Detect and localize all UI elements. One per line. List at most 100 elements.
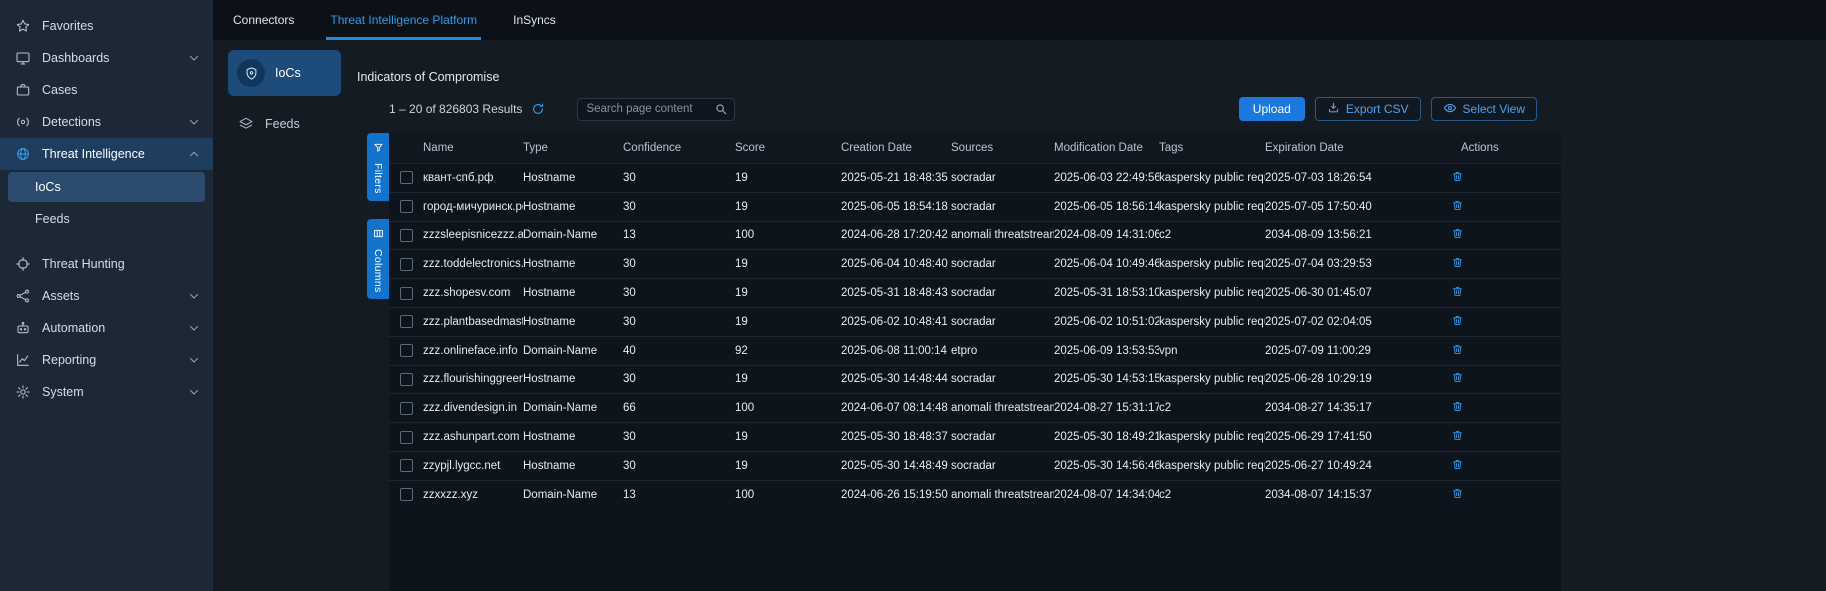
sidebar-item-label: Threat Hunting	[42, 257, 125, 271]
tab-insyncs[interactable]: InSyncs	[495, 0, 574, 40]
ioc-sources: anomali threatstream	[951, 489, 1054, 501]
dashboards-icon	[14, 50, 31, 67]
row-checkbox[interactable]	[400, 344, 413, 357]
table-row[interactable]: zzz.flourishinggreens Hostname 30 19 202…	[389, 365, 1561, 394]
table-area: Filters Columns Name	[367, 133, 1561, 591]
gear-icon	[14, 384, 31, 401]
row-checkbox[interactable]	[400, 315, 413, 328]
delete-icon[interactable]	[1451, 199, 1464, 212]
ioc-expiration-date: 2025-07-03 18:26:54	[1265, 172, 1443, 184]
row-checkbox[interactable]	[400, 402, 413, 415]
ioc-confidence: 40	[623, 345, 735, 357]
subnav-item-iocs[interactable]: IoCs	[228, 50, 341, 96]
row-checkbox[interactable]	[400, 459, 413, 472]
sidebar-item-threat-hunting[interactable]: Threat Hunting	[0, 248, 213, 280]
sidebar-item-threat-intelligence[interactable]: Threat Intelligence	[0, 138, 213, 170]
row-checkbox[interactable]	[400, 171, 413, 184]
export-csv-button[interactable]: Export CSV	[1315, 97, 1421, 121]
eye-icon	[1443, 101, 1457, 118]
delete-icon[interactable]	[1451, 458, 1464, 471]
delete-icon[interactable]	[1451, 371, 1464, 384]
table-row[interactable]: zzz.toddelectronics.c Hostname 30 19 202…	[389, 249, 1561, 278]
ioc-score: 100	[735, 402, 841, 414]
sidebar-item-label: Assets	[42, 289, 80, 303]
toolbar-buttons: Upload Export CSV Select V	[1239, 97, 1537, 121]
sidebar-subitem-feeds[interactable]: Feeds	[8, 204, 205, 234]
sidebar-subitem-label: Feeds	[35, 212, 70, 226]
row-checkbox-cell	[389, 431, 423, 444]
search-input[interactable]	[586, 103, 714, 115]
table-row[interactable]: zzz.plantbasedmaste Hostname 30 19 2025-…	[389, 307, 1561, 336]
table-row[interactable]: zzypjl.lygcc.net Hostname 30 19 2025-05-…	[389, 451, 1561, 480]
delete-icon[interactable]	[1451, 429, 1464, 442]
sidebar-item-automation[interactable]: Automation	[0, 312, 213, 344]
filters-tab[interactable]: Filters	[367, 133, 389, 201]
sidebar-item-cases[interactable]: Cases	[0, 74, 213, 106]
sidebar-item-dashboards[interactable]: Dashboards	[0, 42, 213, 74]
delete-icon[interactable]	[1451, 400, 1464, 413]
row-checkbox[interactable]	[400, 258, 413, 271]
sidebar-subitem-iocs[interactable]: IoCs	[8, 172, 205, 202]
crosshair-icon	[14, 256, 31, 273]
delete-icon[interactable]	[1451, 314, 1464, 327]
ioc-score: 19	[735, 287, 841, 299]
ioc-sources: socradar	[951, 431, 1054, 443]
sidebar-item-label: Dashboards	[42, 51, 109, 65]
table-row[interactable]: город-мичуринск.рф Hostname 30 19 2025-0…	[389, 192, 1561, 221]
table-row[interactable]: квант-спб.рф Hostname 30 19 2025-05-21 1…	[389, 163, 1561, 192]
columns-tab[interactable]: Columns	[367, 219, 389, 300]
delete-icon[interactable]	[1451, 256, 1464, 269]
table-row[interactable]: zzz.ashunpart.com Hostname 30 19 2025-05…	[389, 422, 1561, 451]
sidebar-item-label: Cases	[42, 83, 77, 97]
table-row[interactable]: zzzsleepisnicezzz.ar Domain-Name 13 100 …	[389, 221, 1561, 250]
row-actions	[1443, 227, 1561, 243]
row-checkbox[interactable]	[400, 431, 413, 444]
sidebar-item-reporting[interactable]: Reporting	[0, 344, 213, 376]
search-icon	[714, 102, 728, 116]
table-row[interactable]: zzz.onlineface.info Domain-Name 40 92 20…	[389, 336, 1561, 365]
upload-button[interactable]: Upload	[1239, 97, 1305, 121]
table-row[interactable]: zzz.shopesv.com Hostname 30 19 2025-05-3…	[389, 278, 1561, 307]
sidebar-item-label: Automation	[42, 321, 105, 335]
delete-icon[interactable]	[1451, 227, 1464, 240]
subnav-item-feeds[interactable]: Feeds	[228, 116, 355, 132]
select-view-button[interactable]: Select View	[1431, 97, 1537, 121]
ioc-score: 19	[735, 460, 841, 472]
ioc-score: 19	[735, 316, 841, 328]
ioc-tags: kaspersky public requ	[1159, 287, 1265, 299]
top-tabbar: Connectors Threat Intelligence Platform …	[213, 0, 1826, 40]
sidebar-item-favorites[interactable]: Favorites	[0, 10, 213, 42]
row-checkbox-cell	[389, 229, 423, 242]
delete-icon[interactable]	[1451, 487, 1464, 500]
delete-icon[interactable]	[1451, 170, 1464, 183]
row-checkbox[interactable]	[400, 488, 413, 501]
ioc-creation-date: 2025-06-02 10:48:41	[841, 316, 951, 328]
column-header-type: Type	[523, 142, 623, 154]
upload-button-label: Upload	[1253, 102, 1291, 116]
delete-icon[interactable]	[1451, 343, 1464, 356]
table-row[interactable]: zzxxzz.xyz Domain-Name 13 100 2024-06-26…	[389, 480, 1561, 509]
row-actions	[1443, 199, 1561, 215]
row-checkbox-cell	[389, 373, 423, 386]
tab-connectors[interactable]: Connectors	[215, 0, 312, 40]
ioc-confidence: 30	[623, 460, 735, 472]
refresh-icon[interactable]	[531, 102, 545, 116]
row-checkbox[interactable]	[400, 200, 413, 213]
sidebar-item-assets[interactable]: Assets	[0, 280, 213, 312]
sidebar-item-detections[interactable]: Detections	[0, 106, 213, 138]
subnav: IoCs Feeds	[213, 40, 355, 591]
sidebar-item-system[interactable]: System	[0, 376, 213, 408]
table-row[interactable]: zzz.divendesign.in Domain-Name 66 100 20…	[389, 393, 1561, 422]
ioc-score: 19	[735, 172, 841, 184]
ioc-expiration-date: 2025-07-09 11:00:29	[1265, 345, 1443, 357]
results-count: 1 – 20 of 826803 Results	[389, 102, 522, 116]
row-checkbox[interactable]	[400, 287, 413, 300]
delete-icon[interactable]	[1451, 285, 1464, 298]
chevron-down-icon	[187, 385, 201, 399]
download-icon	[1327, 101, 1340, 117]
row-checkbox[interactable]	[400, 229, 413, 242]
ioc-modification-date: 2025-05-31 18:53:10	[1054, 287, 1159, 299]
row-checkbox[interactable]	[400, 373, 413, 386]
tab-threat-intelligence-platform[interactable]: Threat Intelligence Platform	[312, 0, 495, 40]
ioc-type: Hostname	[523, 316, 623, 328]
